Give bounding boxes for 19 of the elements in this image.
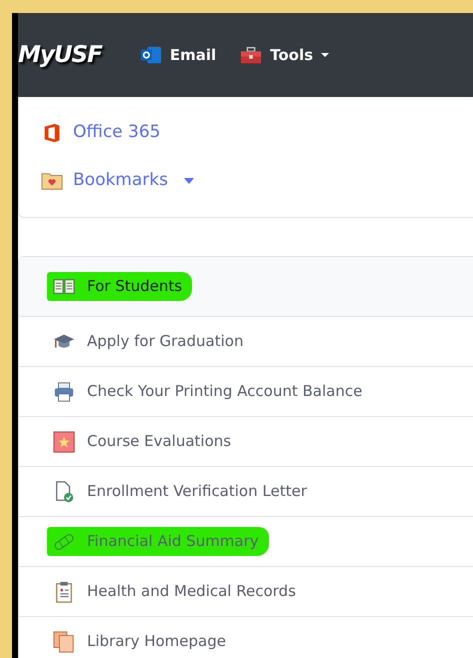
section-title: For Students <box>87 276 182 298</box>
printer-icon <box>53 380 75 402</box>
clipboard-icon <box>53 580 75 602</box>
toolbox-icon <box>240 44 262 66</box>
item-label[interactable]: Financial Aid Summary <box>87 530 259 553</box>
quick-link[interactable]: Office 365 <box>41 109 451 157</box>
nav-link[interactable]: Tools <box>240 44 330 66</box>
item-link[interactable]: Course Evaluations <box>87 430 232 453</box>
item-link[interactable]: Apply for Graduation <box>87 330 244 353</box>
item-link[interactable]: Check Your Printing Account Balance <box>87 380 362 403</box>
nav-link[interactable]: Email <box>140 44 216 66</box>
quick-link[interactable]: Bookmarks <box>41 157 451 205</box>
heart-folder-icon <box>41 170 63 192</box>
item-link[interactable]: Enrollment Verification Letter <box>87 480 307 503</box>
books-icon <box>53 630 75 652</box>
item-link[interactable]: Health and Medical Records <box>87 580 296 603</box>
item-link[interactable]: Library Homepage <box>87 630 226 653</box>
brand-logo[interactable]: MyUSF <box>18 38 102 72</box>
document-check-icon <box>53 480 75 502</box>
